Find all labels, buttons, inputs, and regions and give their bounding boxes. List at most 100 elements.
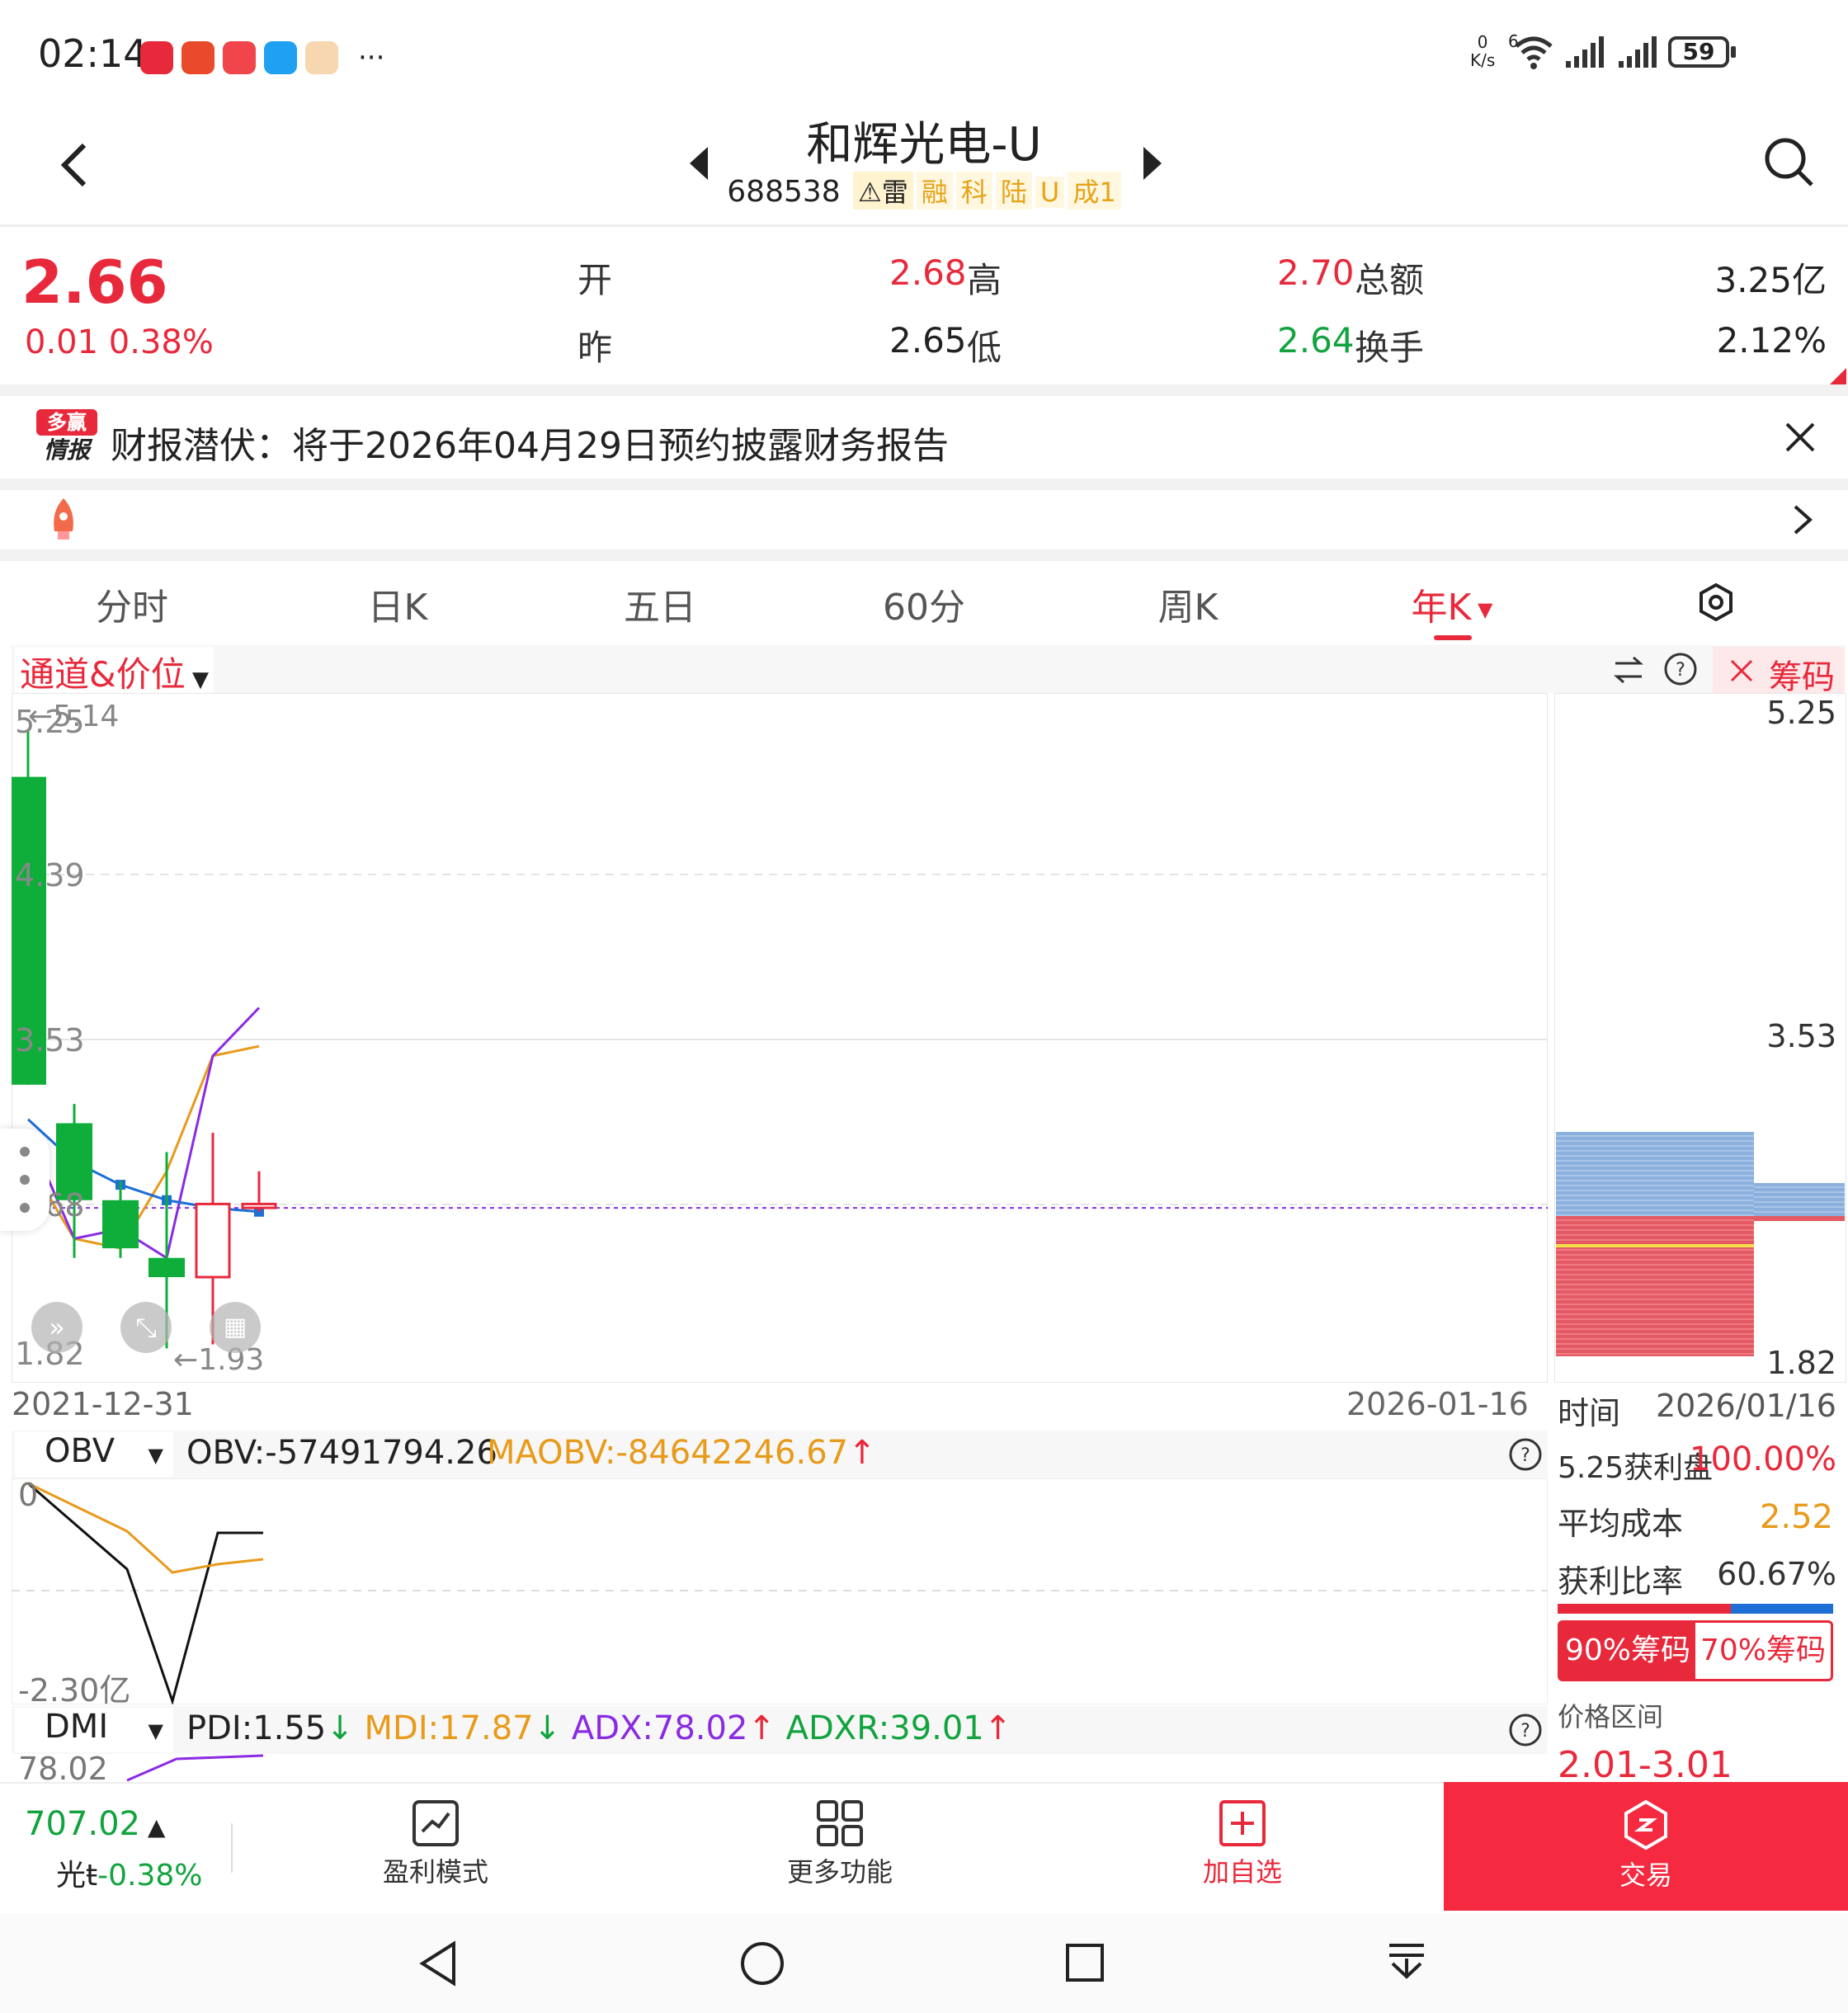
tab-daily-k[interactable]: 日K <box>315 578 480 630</box>
fullscreen-icon[interactable]: ⤡ <box>120 1302 172 1353</box>
profit-mode-button[interactable]: 盈利模式 <box>353 1798 518 1889</box>
add-watchlist-button[interactable]: 加自选 <box>1160 1798 1325 1889</box>
kline-chart[interactable]: 5.254.393.532.681.82←5.14←1.93 <box>12 693 1548 1383</box>
chip-axis-mid: 3.53 <box>1766 1018 1836 1054</box>
chip-time-label: 时间 <box>1558 1395 1621 1431</box>
indicator-selector[interactable]: 通道&价位 ▼ <box>15 647 214 697</box>
chip-loss-block <box>1556 1132 1754 1216</box>
trend-chart-icon <box>412 1800 459 1846</box>
tab-yearly-k[interactable]: 年K ▼ <box>1370 578 1534 630</box>
candle-body <box>102 1200 139 1249</box>
tech-tag[interactable]: 科 <box>955 172 992 210</box>
more-functions-button[interactable]: 更多功能 <box>757 1798 922 1889</box>
news-banner[interactable]: 多赢 情报 财报潜伏：将于2026年04月29日预约披露财务报告 <box>0 396 1848 478</box>
search-icon[interactable] <box>1762 135 1815 188</box>
battery-icon: 59 <box>1668 36 1729 68</box>
tab-five-day[interactable]: 五日 <box>578 578 742 630</box>
draw-icon[interactable]: ▦ <box>210 1302 261 1353</box>
profit-ratio-value: 60.67% <box>1717 1556 1836 1592</box>
trade-icon <box>1624 1799 1667 1850</box>
tab-weekly-k[interactable]: 周K <box>1106 578 1270 630</box>
risk-tag[interactable]: ⚠雷 <box>853 172 913 210</box>
candle-body <box>148 1257 185 1278</box>
connect-tag[interactable]: 陆 <box>995 172 1032 210</box>
alert-row[interactable] <box>0 490 1848 549</box>
signal-icon <box>1566 36 1604 68</box>
help-icon[interactable]: ? <box>1508 1437 1543 1472</box>
system-recents-icon[interactable] <box>1064 1942 1106 1983</box>
low-value: 2.64 <box>1277 320 1355 361</box>
system-back-icon[interactable] <box>417 1940 459 1987</box>
settings-icon[interactable] <box>1698 582 1734 622</box>
system-home-icon[interactable] <box>739 1940 785 1987</box>
chip-profit-value: 100.00% <box>1690 1440 1836 1478</box>
more-notifications-icon: ··· <box>358 41 385 74</box>
side-handle[interactable] <box>0 1129 50 1231</box>
signal-icon <box>1619 36 1657 68</box>
avg-cost-value: 2.52 <box>1759 1498 1833 1536</box>
expand-corner-icon[interactable] <box>1830 368 1846 384</box>
close-chip-icon <box>1730 659 1753 682</box>
fast-forward-icon[interactable]: » <box>31 1302 82 1353</box>
tab-60min[interactable]: 60分 <box>842 578 1006 630</box>
open-value: 2.68 <box>889 252 967 293</box>
dmi-selector[interactable]: DMI ▼ <box>15 1708 173 1752</box>
high-marker: ←5.14 <box>28 700 119 733</box>
system-menu-icon[interactable] <box>1386 1940 1427 1987</box>
obv-value: OBV:-57491794.26 <box>186 1434 497 1472</box>
notification-icons: ··· <box>140 35 384 77</box>
grid-icon <box>817 1800 863 1846</box>
chip-toggle[interactable]: 筹码 <box>1713 647 1845 696</box>
app-notify-icon <box>223 41 256 74</box>
obv-chart <box>12 1478 1548 1704</box>
profit-ratio-bar-loss <box>1731 1604 1833 1614</box>
rocket-icon <box>54 498 73 540</box>
help-icon[interactable]: ? <box>1508 1713 1543 1747</box>
low-label: 低 <box>967 328 1002 368</box>
status-time: 02:14 <box>38 31 148 76</box>
app-notify-icon <box>140 41 173 74</box>
obv-axis-bottom: -2.30亿 <box>18 1672 131 1709</box>
chip-90-button[interactable]: 90%筹码 <box>1560 1623 1695 1679</box>
turnover-label: 换手 <box>1355 328 1425 368</box>
obv-selector[interactable]: OBV ▼ <box>15 1432 173 1477</box>
component-tag[interactable]: 成1 <box>1068 172 1121 210</box>
trade-button[interactable]: 交易 <box>1444 1782 1848 1911</box>
swap-icon[interactable] <box>1612 655 1645 685</box>
svg-text:?: ? <box>1676 660 1685 681</box>
margin-tag[interactable]: 融 <box>916 172 953 210</box>
stock-code: 688538 <box>727 175 841 209</box>
u-tag[interactable]: U <box>1035 177 1065 208</box>
dmi-chart <box>126 1754 264 1782</box>
tab-intraday[interactable]: 分时 <box>50 578 214 630</box>
chip-range-toggle: 90%筹码 70%筹码 <box>1558 1620 1833 1681</box>
app-notify-icon <box>305 41 338 74</box>
chip-loss-block <box>1754 1183 1845 1216</box>
avg-cost-label: 平均成本 <box>1558 1506 1684 1542</box>
net-speed: 0 K/s <box>1470 32 1496 70</box>
high-label: 高 <box>967 260 1002 300</box>
stock-name: 和辉光电-U <box>806 118 1042 172</box>
x-axis-end: 2026-01-16 <box>1346 1386 1529 1422</box>
turnover-value: 2.12% <box>1716 320 1827 361</box>
close-icon[interactable] <box>1784 421 1817 454</box>
chip-axis-top: 5.25 <box>1766 695 1836 731</box>
help-icon[interactable]: ? <box>1663 652 1698 686</box>
chip-profit-block <box>1556 1216 1754 1356</box>
obv-axis-top: 0 <box>18 1477 39 1513</box>
app-notify-icon <box>182 41 214 74</box>
y-axis-label: 4.39 <box>15 857 85 893</box>
chip-70-button[interactable]: 70%筹码 <box>1695 1623 1831 1679</box>
current-price: 2.66 <box>21 248 168 317</box>
chat-icon <box>264 41 297 74</box>
index-value[interactable]: 707.02 ▲ <box>25 1805 165 1843</box>
dmi-values: PDI:1.55↓ MDI:17.87↓ ADX:78.02↑ ADXR:39.… <box>186 1709 1012 1747</box>
chevron-right-icon <box>1794 505 1813 535</box>
add-icon <box>1219 1800 1266 1846</box>
price-change: 0.01 0.38% <box>25 323 214 361</box>
low-marker: ←1.93 <box>173 1343 264 1377</box>
svg-text:?: ? <box>1520 1445 1530 1466</box>
price-range-label: 价格区间 <box>1558 1701 1664 1732</box>
chip-avg-cost-line <box>1556 1244 1754 1247</box>
candle-body <box>195 1202 231 1279</box>
